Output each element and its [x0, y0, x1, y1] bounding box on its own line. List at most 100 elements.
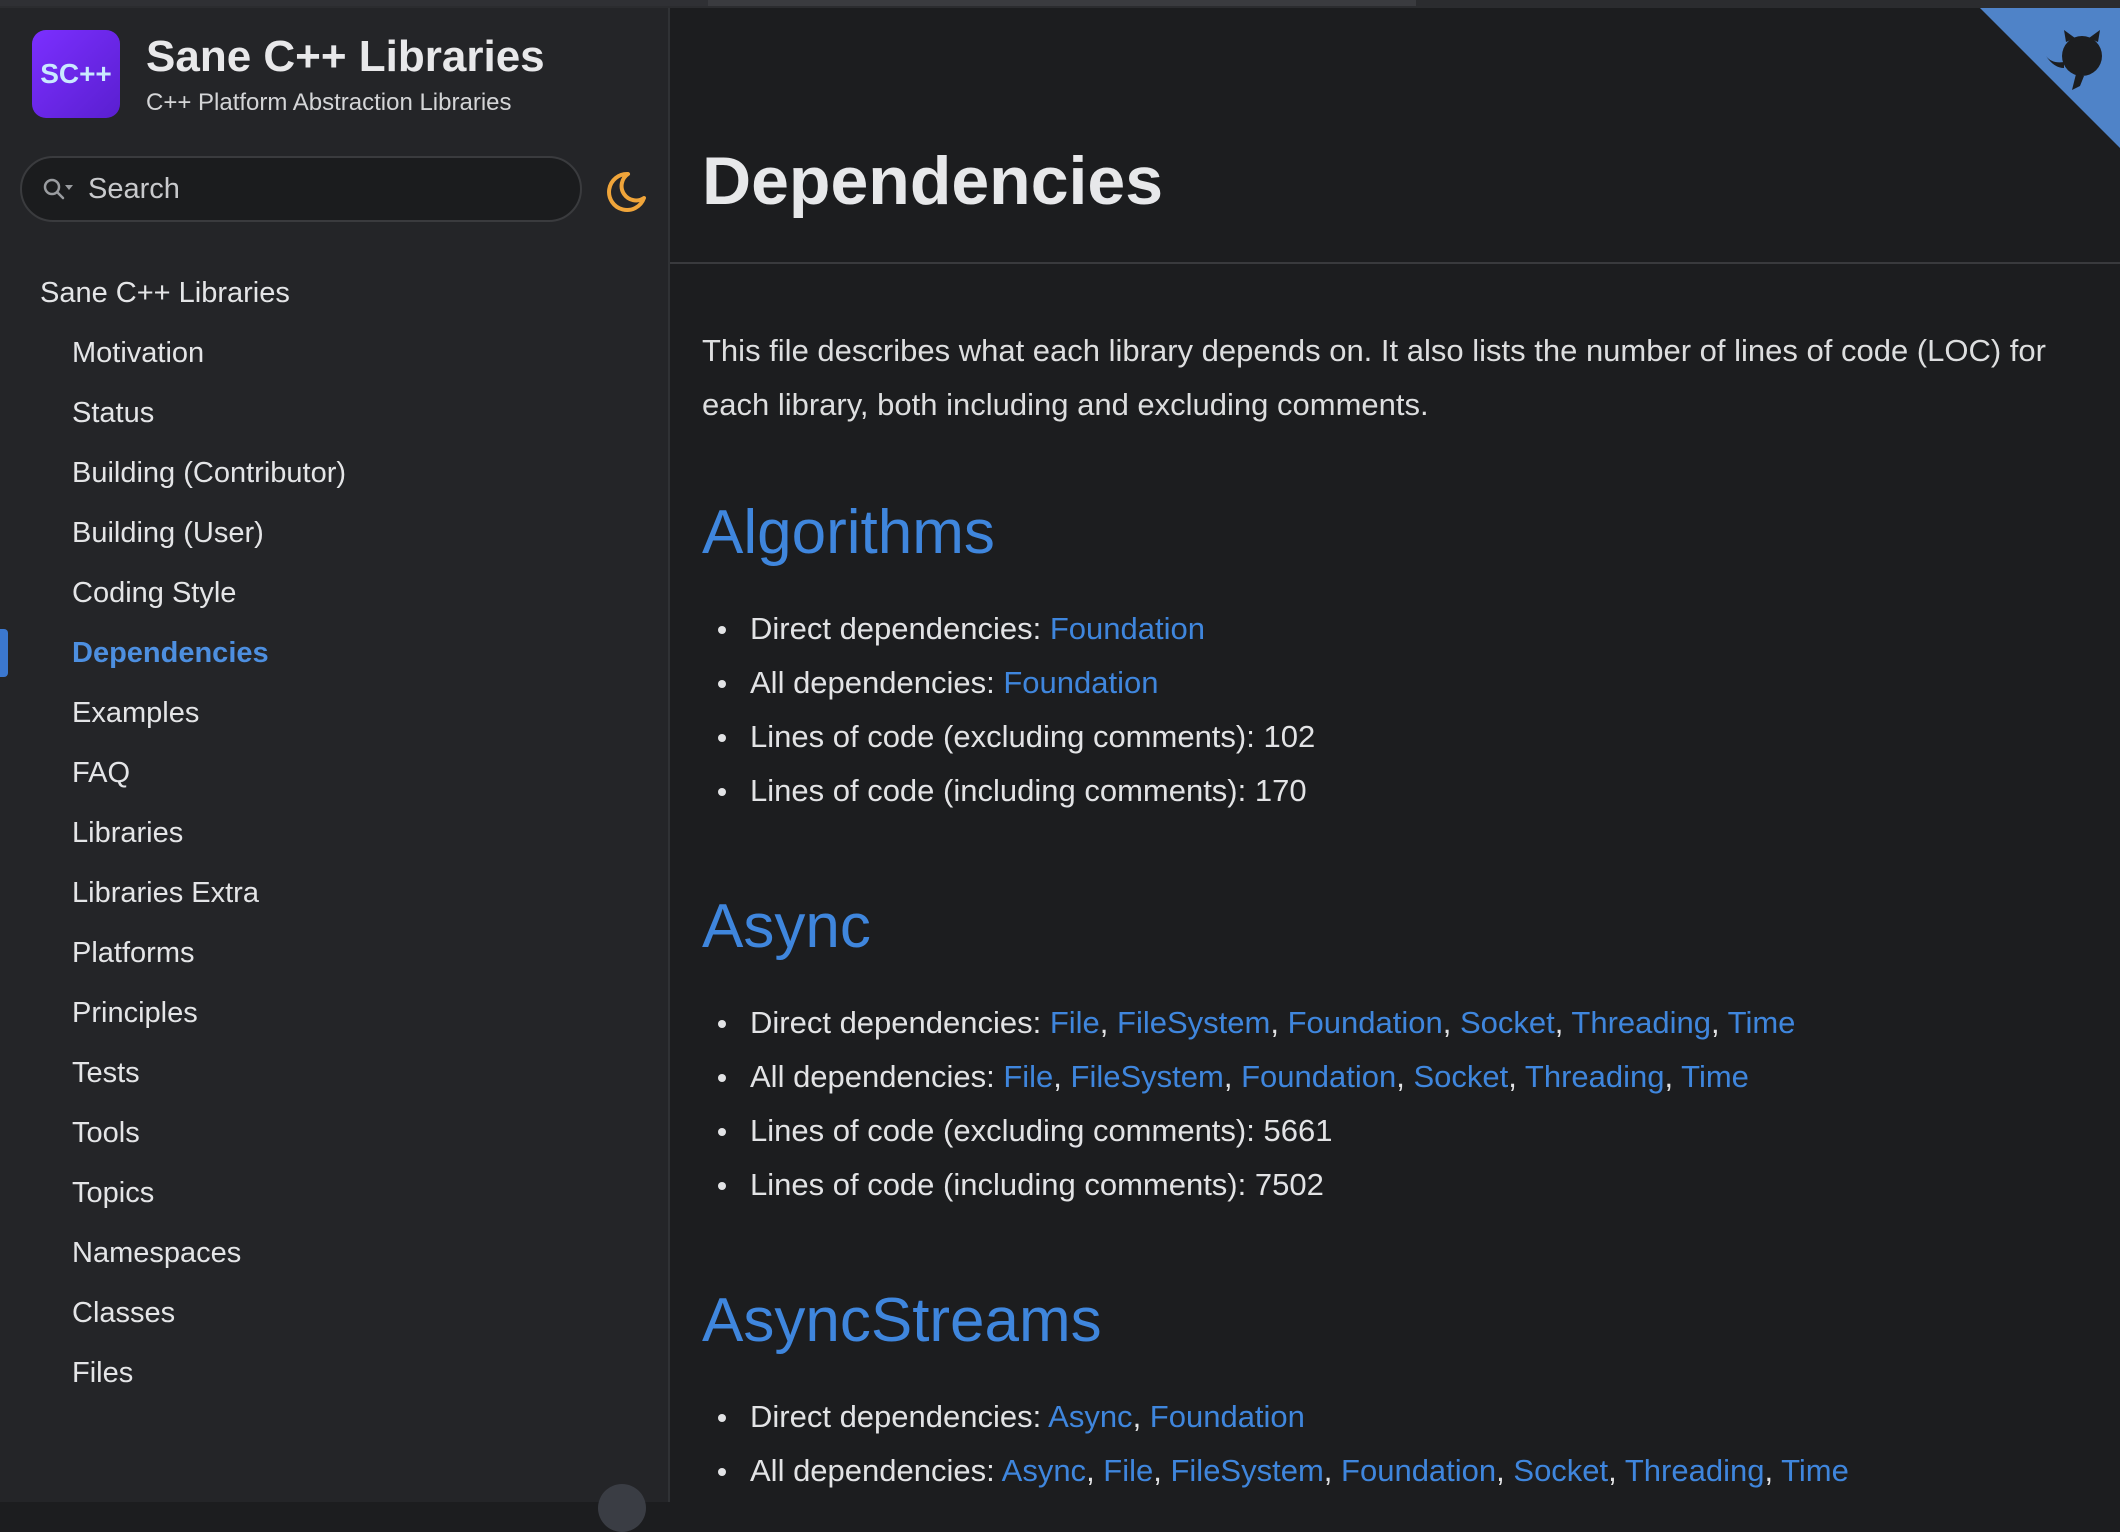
nav-item-faq[interactable]: FAQ	[0, 743, 668, 803]
brand-header[interactable]: SC++ Sane C++ Libraries C++ Platform Abs…	[32, 30, 545, 118]
search-icon	[43, 178, 73, 200]
loc-including-value: 170	[1254, 773, 1307, 808]
nav-item-coding-style[interactable]: Coding Style	[0, 563, 668, 623]
dep-link[interactable]: Foundation	[1341, 1453, 1496, 1488]
nav-label: Libraries Extra	[72, 876, 259, 909]
nav-item-libraries[interactable]: Libraries	[0, 803, 668, 863]
dep-link[interactable]: Threading	[1571, 1005, 1711, 1040]
nav-item-root[interactable]: Sane C++ Libraries	[0, 263, 668, 323]
nav-item-status[interactable]: Status	[0, 383, 668, 443]
section-heading[interactable]: Async	[702, 892, 1795, 962]
page-title: Dependencies	[702, 143, 1164, 219]
nav-item-motivation[interactable]: Motivation	[0, 323, 668, 383]
nav-label: Coding Style	[72, 576, 237, 609]
all-deps-label: All dependencies:	[750, 1059, 1004, 1094]
section-async: Async Direct dependencies: File, FileSys…	[702, 892, 1795, 1212]
loc-including-item: Lines of code (including comments): 7502	[717, 1158, 1795, 1212]
logo-text: SC++	[40, 58, 112, 89]
dep-link[interactable]: Time	[1681, 1059, 1749, 1094]
nav-label: Tools	[72, 1116, 140, 1149]
direct-deps-item: Direct dependencies: Foundation	[717, 602, 1315, 656]
github-corner-link[interactable]	[1980, 8, 2120, 148]
dep-link[interactable]: File	[1003, 1059, 1053, 1094]
nav-label: FAQ	[72, 756, 131, 789]
all-deps-label: All dependencies:	[750, 1453, 1002, 1488]
dep-link[interactable]: Async	[1002, 1453, 1086, 1488]
loc-excluding-label: Lines of code (excluding comments):	[750, 719, 1264, 754]
nav-item-examples[interactable]: Examples	[0, 683, 668, 743]
direct-deps-label: Direct dependencies:	[750, 1399, 1049, 1434]
nav-label: Examples	[72, 696, 200, 729]
nav-item-principles[interactable]: Principles	[0, 983, 668, 1043]
loc-including-label: Lines of code (including comments):	[750, 773, 1255, 808]
nav-item-libraries-extra[interactable]: Libraries Extra	[0, 863, 668, 923]
project-title[interactable]: Sane C++ Libraries	[146, 31, 545, 83]
nav-label: Building (User)	[72, 516, 264, 549]
all-deps-label: All dependencies:	[750, 665, 1004, 700]
dep-link[interactable]: FileSystem	[1071, 1059, 1224, 1094]
nav-label: Platforms	[72, 936, 195, 969]
loc-excluding-item: Lines of code (excluding comments): 5661	[717, 1104, 1795, 1158]
direct-deps-item: Direct dependencies: Async, Foundation	[718, 1390, 1849, 1444]
loc-excluding-value: 102	[1263, 719, 1316, 754]
nav-item-tests[interactable]: Tests	[0, 1043, 668, 1103]
nav-item-topics[interactable]: Topics	[0, 1163, 668, 1223]
dependency-list: Direct dependencies: Async, Foundation A…	[702, 1390, 1849, 1498]
nav-item-tools[interactable]: Tools	[0, 1103, 668, 1163]
nav-label: Motivation	[72, 336, 205, 369]
nav-label: Classes	[72, 1296, 176, 1329]
section-heading[interactable]: AsyncStreams	[702, 1286, 1849, 1356]
nav-item-dependencies[interactable]: Dependencies	[0, 623, 668, 683]
nav-item-namespaces[interactable]: Namespaces	[0, 1223, 668, 1283]
dep-link[interactable]: Time	[1781, 1453, 1849, 1488]
direct-deps-item: Direct dependencies: File, FileSystem, F…	[717, 996, 1796, 1050]
main-content: Dependencies This file describes what ea…	[670, 8, 2120, 1502]
loc-excluding-value: 5661	[1263, 1113, 1333, 1148]
loc-excluding-label: Lines of code (excluding comments):	[750, 1113, 1264, 1148]
nav-label: Namespaces	[72, 1236, 242, 1269]
nav-label: Status	[72, 396, 155, 429]
dep-link[interactable]: Foundation	[1050, 611, 1205, 646]
title-divider	[670, 262, 2120, 264]
nav-item-classes[interactable]: Classes	[0, 1283, 668, 1343]
dep-link[interactable]: Foundation	[1150, 1399, 1305, 1434]
brand-text: Sane C++ Libraries C++ Platform Abstract…	[146, 31, 545, 117]
dep-link[interactable]: Foundation	[1003, 665, 1158, 700]
loc-excluding-item: Lines of code (excluding comments): 102	[717, 710, 1316, 764]
project-logo[interactable]: SC++	[32, 30, 120, 118]
dep-link[interactable]: File	[1050, 1005, 1100, 1040]
moon-icon	[607, 171, 646, 212]
all-deps-item: All dependencies: File, FileSystem, Foun…	[717, 1050, 1795, 1104]
nav-item-building-contributor[interactable]: Building (Contributor)	[0, 443, 668, 503]
search-box[interactable]	[20, 156, 582, 222]
dep-link[interactable]: Async	[1048, 1399, 1132, 1434]
dep-link[interactable]: FileSystem	[1117, 1005, 1270, 1040]
loc-including-item: Lines of code (including comments): 170	[717, 764, 1315, 818]
dep-link[interactable]: FileSystem	[1170, 1453, 1323, 1488]
dep-link[interactable]: Socket	[1513, 1453, 1608, 1488]
dep-link[interactable]: Socket	[1413, 1059, 1508, 1094]
section-heading[interactable]: Algorithms	[702, 498, 1315, 568]
dep-link[interactable]: Socket	[1460, 1005, 1555, 1040]
dep-link[interactable]: File	[1103, 1453, 1153, 1488]
dependency-list: Direct dependencies: Foundation All depe…	[702, 602, 1315, 818]
search-input[interactable]	[88, 172, 548, 206]
nav-item-files[interactable]: Files	[0, 1343, 668, 1403]
nav-label: Libraries	[72, 816, 184, 849]
sidebar-resize-handle[interactable]	[598, 1484, 646, 1532]
sidebar-nav: Sane C++ Libraries Motivation Status Bui…	[0, 263, 668, 1403]
dep-link[interactable]: Foundation	[1288, 1005, 1443, 1040]
dep-link[interactable]: Time	[1728, 1005, 1796, 1040]
page-intro: This file describes what each library de…	[702, 333, 2046, 422]
nav-label: Dependencies	[72, 636, 269, 669]
nav-item-building-user[interactable]: Building (User)	[0, 503, 668, 563]
nav-root-label: Sane C++ Libraries	[40, 276, 290, 309]
nav-item-platforms[interactable]: Platforms	[0, 923, 668, 983]
loc-including-value: 7502	[1254, 1167, 1324, 1202]
project-subtitle: C++ Platform Abstraction Libraries	[146, 89, 512, 116]
theme-toggle-button[interactable]	[602, 168, 650, 216]
dep-link[interactable]: Foundation	[1241, 1059, 1396, 1094]
dep-link[interactable]: Threading	[1625, 1453, 1765, 1488]
dep-link[interactable]: Threading	[1525, 1059, 1665, 1094]
direct-deps-label: Direct dependencies:	[750, 611, 1050, 646]
